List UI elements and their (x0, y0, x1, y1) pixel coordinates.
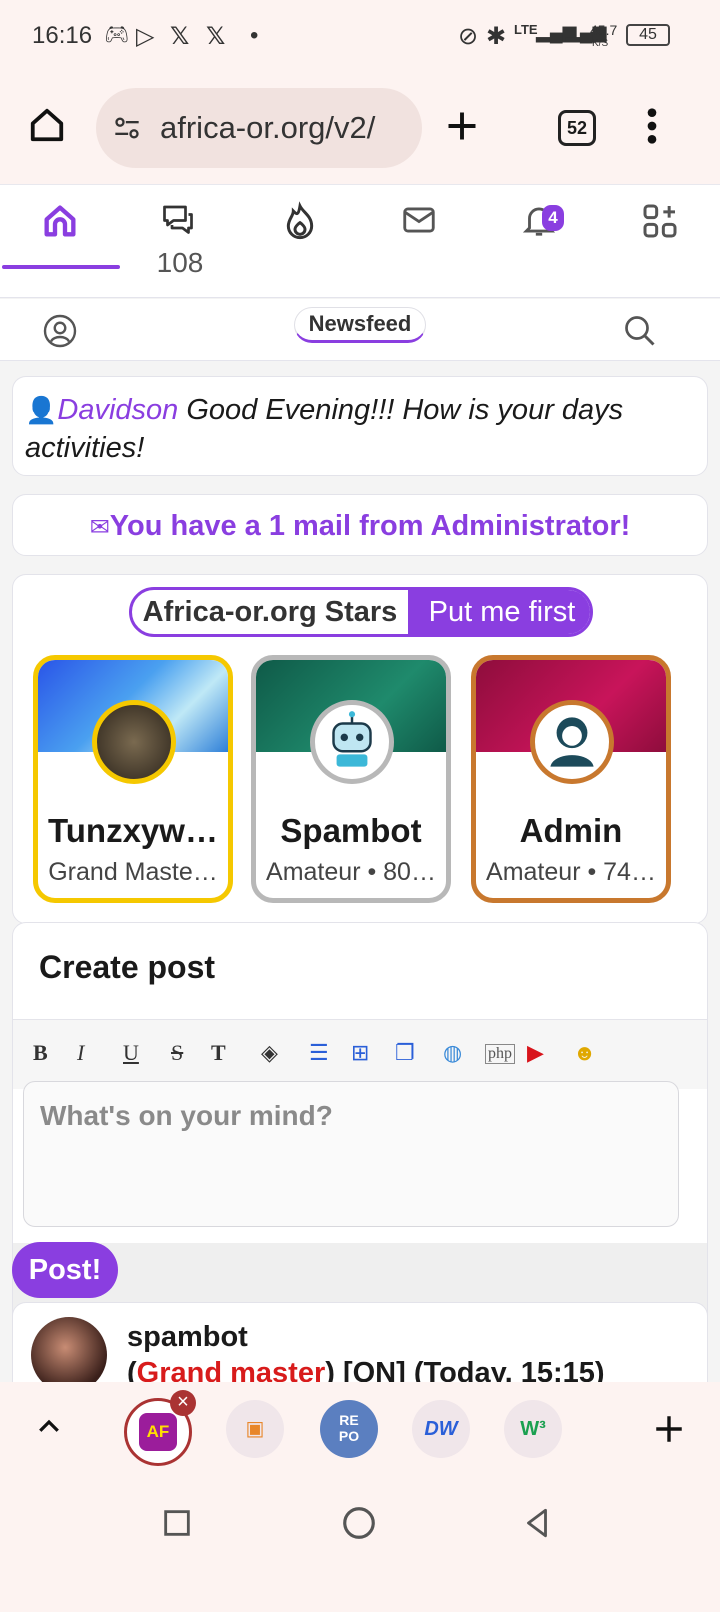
post-textarea[interactable]: What's on your mind? (23, 1081, 679, 1227)
envelope-icon: ✉︎ (89, 514, 110, 541)
stars-header: Africa-or.org Stars Put me first (129, 587, 593, 637)
url-text[interactable]: africa-or.org/v2/ (160, 110, 375, 146)
status-bar: 16:16 🎮︎ ▷ 𝕏 𝕏 • ⊘ ✱ LTE ▂▄▆ ▂▄▆ 45.7 K/… (0, 0, 720, 74)
stars-title: Africa-or.org Stars (142, 596, 398, 628)
tab-favicon-1[interactable]: ▣ (226, 1400, 284, 1458)
url-bar[interactable]: africa-or.org/v2/ (96, 88, 422, 168)
more-menu-icon[interactable] (640, 106, 664, 146)
active-indicator (2, 265, 120, 269)
network-type: LTE (514, 22, 538, 37)
net-speed-unit: K/S (592, 38, 609, 49)
nav-home[interactable] (0, 185, 120, 299)
x-app-icon-2: 𝕏 (206, 23, 226, 50)
fire-icon (286, 201, 314, 240)
php-icon[interactable]: php (485, 1044, 515, 1064)
battery-level: 45 (639, 26, 657, 43)
underline-icon[interactable]: U (123, 1040, 139, 1066)
chevron-up-icon[interactable] (34, 1412, 64, 1442)
greeting-banner: 👤Davidson Good Evening!!! How is your da… (12, 376, 708, 476)
admin-icon (550, 717, 594, 767)
bold-icon[interactable]: B (33, 1040, 48, 1066)
put-me-first-button[interactable]: Put me first (408, 590, 590, 634)
apps-grid-icon (643, 204, 677, 238)
copy-icon[interactable]: ❐ (395, 1040, 415, 1066)
site-settings-icon[interactable] (112, 114, 142, 142)
star-rank: Amateur • 74… (486, 858, 656, 886)
system-nav-bar (0, 1482, 720, 1612)
star-name: Spambot (280, 812, 422, 849)
create-post-title: Create post (39, 949, 216, 985)
text-color-icon[interactable]: T (211, 1040, 226, 1066)
profile-icon[interactable] (42, 313, 78, 349)
post-button[interactable]: Post! (12, 1242, 118, 1298)
post-username[interactable]: spambot (127, 1321, 248, 1354)
web-page: 108 4 Newsfeed 👤Davidson Good Evening!!!… (0, 184, 720, 1424)
star-card[interactable]: Tunzxyw… Grand Maste… (33, 655, 233, 903)
strikethrough-icon[interactable]: S (171, 1040, 183, 1066)
home-icon (44, 205, 76, 237)
net-speed: 45.7 (590, 22, 618, 38)
admin-avatar (530, 700, 614, 784)
star-name: Tunzxyw… (48, 812, 218, 849)
site-sub-nav: Newsfeed (0, 299, 720, 361)
browser-tab-strip: AF × ▣ RE PO DW W³ (0, 1382, 720, 1482)
nav-notifications[interactable]: 4 (480, 185, 600, 299)
dot-icon: • (250, 22, 259, 49)
globe-icon[interactable]: ◍ (443, 1040, 462, 1066)
status-time: 16:16 (32, 22, 93, 49)
list-icon[interactable]: ☰ (309, 1040, 329, 1066)
tab-newsfeed[interactable]: Newsfeed (294, 307, 426, 343)
new-tab-icon[interactable] (444, 108, 480, 144)
nav-apps[interactable] (600, 185, 720, 299)
star-rank: Grand Maste… (48, 858, 218, 886)
recents-icon[interactable] (160, 1506, 194, 1540)
editor-toolbar: B I U S T ◈ ☰ ⊞ ❐ ◍ php ▶ ☻ (13, 1019, 707, 1089)
tab-switcher-button[interactable]: 52 (558, 110, 596, 146)
star-name: Admin (519, 812, 623, 849)
play-icon: ▷ (136, 23, 155, 50)
stars-section: Africa-or.org Stars Put me first Tunzxyw… (12, 574, 708, 924)
home-circle-icon[interactable] (340, 1504, 378, 1542)
fill-color-icon[interactable]: ◈ (261, 1040, 278, 1066)
sync-icon: ⊘ (458, 23, 479, 50)
nav-trending[interactable] (240, 185, 360, 299)
emoji-icon[interactable]: ☻ (573, 1040, 596, 1066)
notification-badge: 4 (542, 205, 564, 231)
africa-or-favicon: AF (139, 1413, 177, 1451)
add-tab-icon[interactable] (652, 1412, 686, 1446)
home-icon[interactable] (28, 106, 66, 144)
greeting-name[interactable]: Davidson (57, 394, 178, 426)
bluetooth-icon: ✱ (486, 23, 507, 50)
star-card[interactable]: Spambot Amateur • 80… (251, 655, 451, 903)
mail-notice[interactable]: ✉︎You have a 1 mail from Administrator! (12, 494, 708, 556)
back-icon[interactable] (520, 1504, 554, 1542)
avatar (92, 700, 176, 784)
user-icon: 👤 (25, 395, 58, 425)
nav-mail[interactable] (360, 185, 480, 299)
tab-favicon-repo[interactable]: RE PO (320, 1400, 378, 1458)
battery-icon: 45 (626, 24, 670, 46)
x-app-icon: 𝕏 (170, 23, 190, 50)
mail-icon (403, 207, 435, 233)
youtube-icon[interactable]: ▶ (527, 1040, 544, 1066)
tab-favicon-dw[interactable]: DW (412, 1400, 470, 1458)
browser-toolbar: africa-or.org/v2/ 52 (0, 74, 720, 184)
gamepad-icon: 🎮︎ (104, 24, 130, 46)
site-top-nav: 108 4 (0, 184, 720, 298)
robot-icon (332, 711, 372, 767)
add-box-icon[interactable]: ⊞ (351, 1040, 369, 1066)
mail-notice-text[interactable]: You have a 1 mail from Administrator! (110, 510, 631, 542)
close-tab-icon[interactable]: × (170, 1390, 196, 1416)
tab-favicon-w3[interactable]: W³ (504, 1400, 562, 1458)
italic-icon[interactable]: I (77, 1040, 84, 1066)
nav-messages[interactable]: 108 (120, 185, 240, 299)
star-card[interactable]: Admin Amateur • 74… (471, 655, 671, 903)
post-placeholder: What's on your mind? (40, 1100, 333, 1131)
search-icon[interactable] (622, 313, 658, 349)
robot-avatar (310, 700, 394, 784)
chat-icon (163, 205, 193, 234)
star-rank: Amateur • 80… (266, 858, 436, 886)
messages-count: 108 (156, 247, 204, 278)
